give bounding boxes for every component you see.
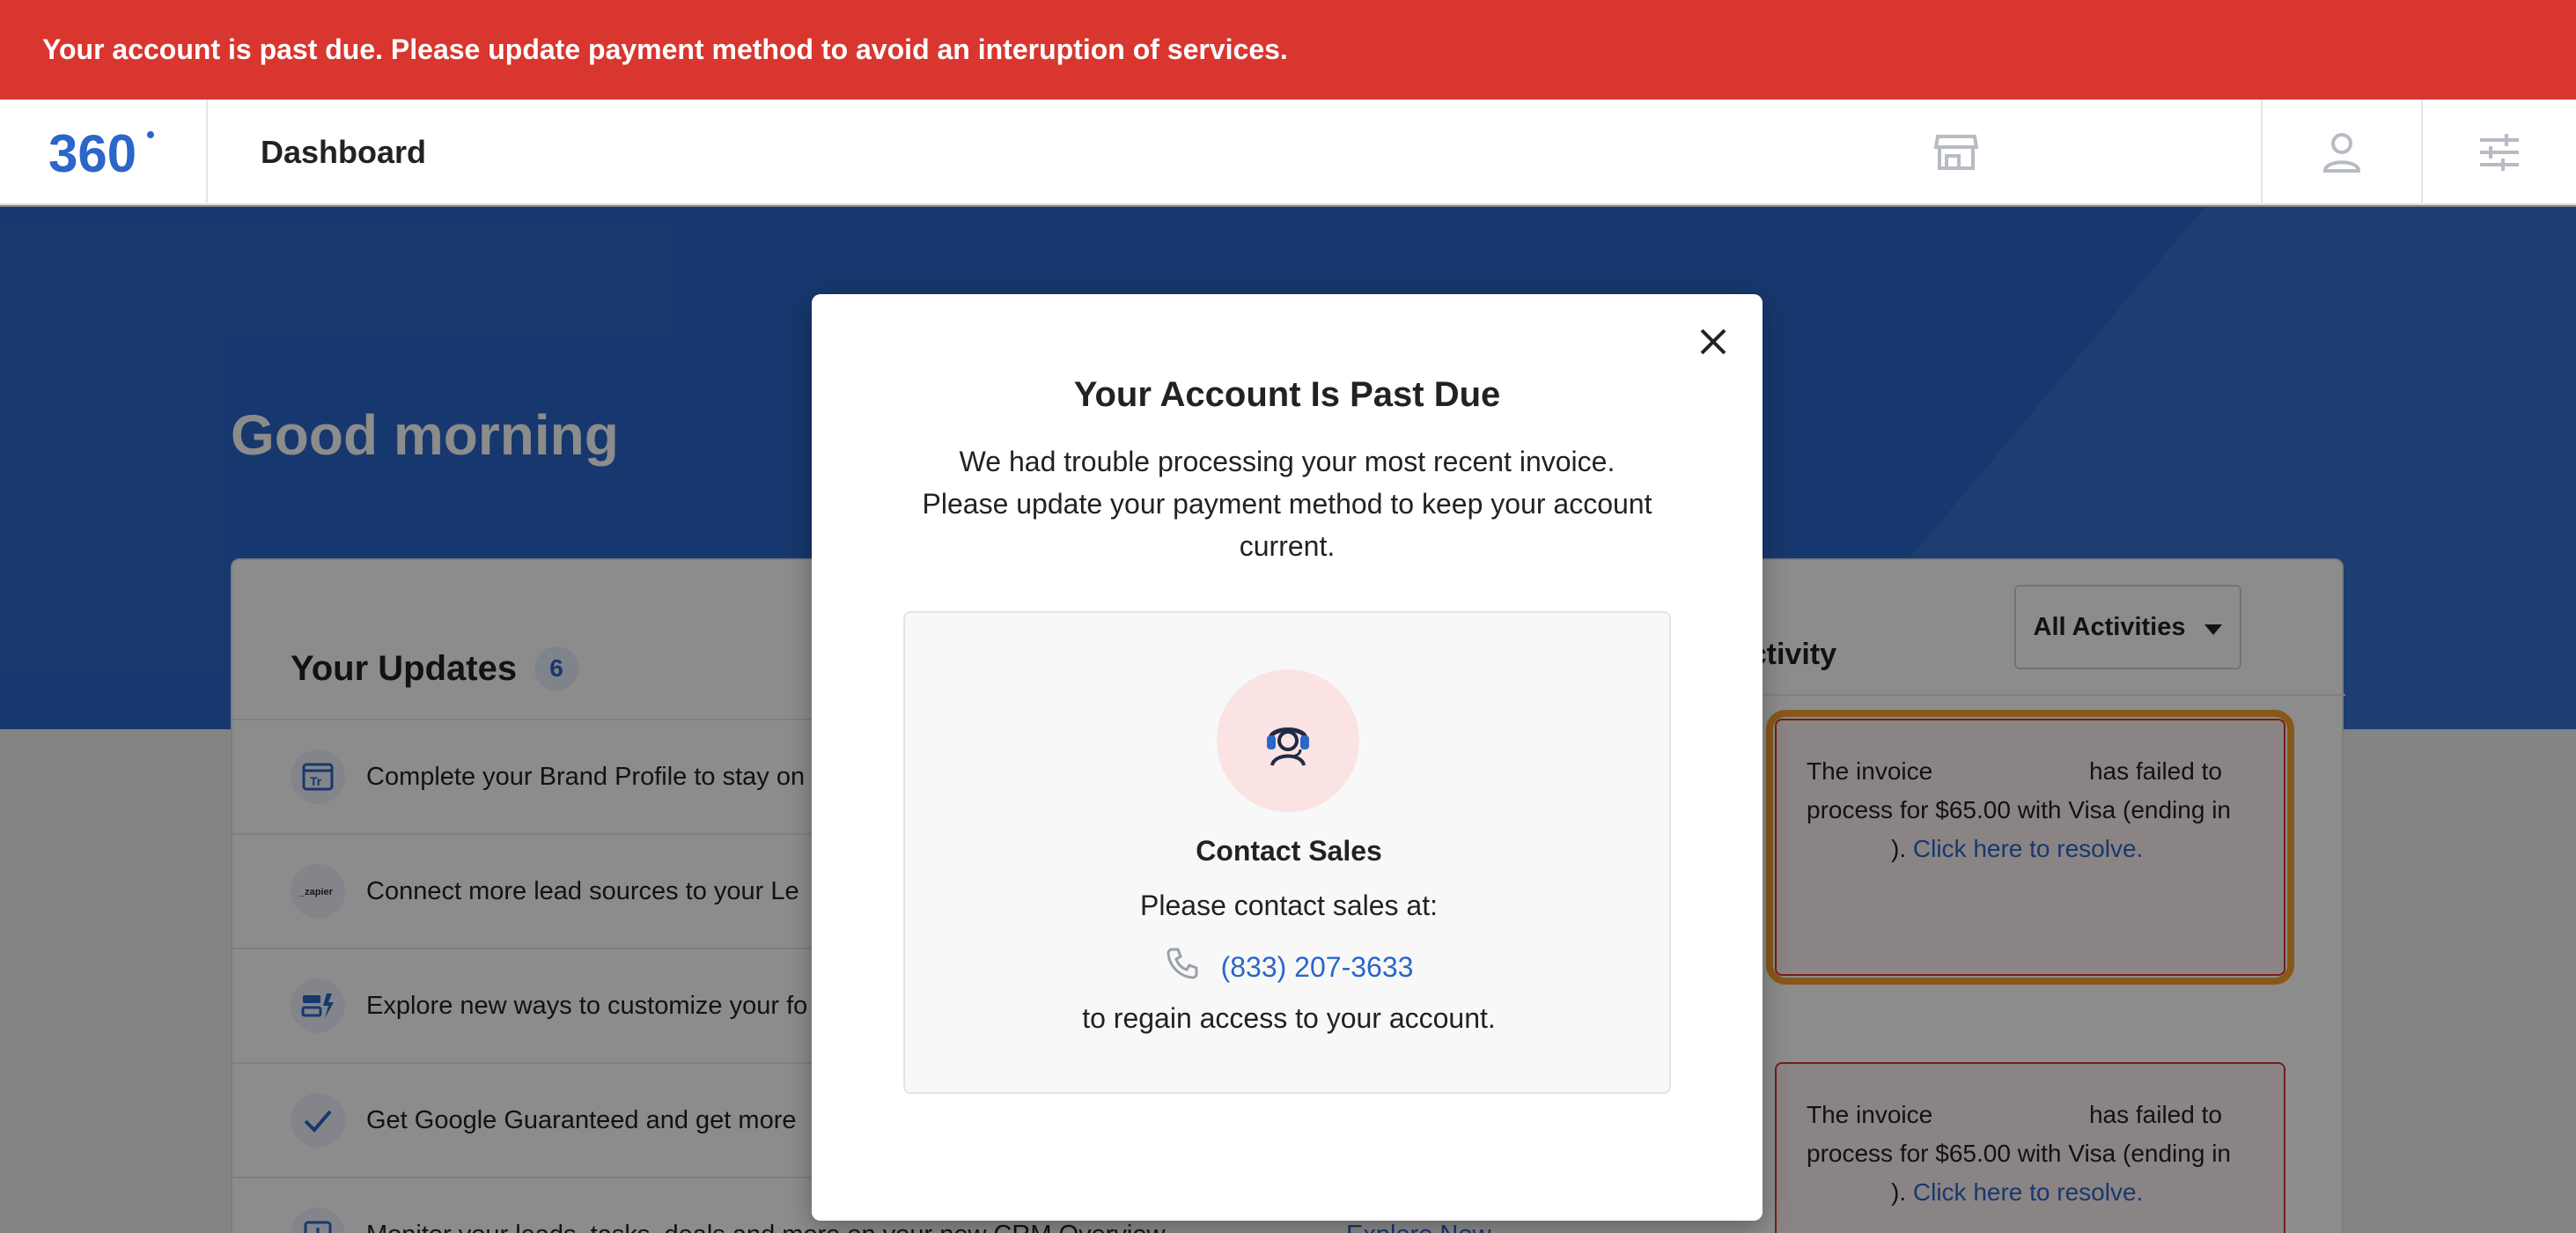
page-title: Dashboard: [261, 134, 427, 170]
banner-message: Your account is past due. Please update …: [42, 33, 1288, 65]
contact-sales-title: Contact Sales: [1196, 835, 1382, 867]
modal-body-text: We had trouble processing your most rece…: [922, 446, 1652, 562]
top-navigation: 360 Dashboard: [0, 100, 2576, 205]
contact-sales-box: Contact Sales Please contact sales at: (…: [903, 611, 1671, 1094]
contact-sales-prompt: Please contact sales at:: [1140, 890, 1438, 921]
store-icon[interactable]: [1919, 100, 1993, 205]
360-logo-icon[interactable]: 360: [0, 100, 208, 205]
sales-phone-row: (833) 207-3633: [905, 946, 1673, 988]
past-due-modal: Your Account Is Past Due We had trouble …: [812, 294, 1763, 1221]
svg-text:360: 360: [48, 124, 136, 181]
sales-phone-link[interactable]: (833) 207-3633: [1221, 951, 1414, 984]
settings-sliders-icon[interactable]: [2421, 100, 2576, 205]
close-icon[interactable]: [1690, 319, 1736, 365]
contact-sales-footer: to regain access to your account.: [1082, 1002, 1496, 1034]
headset-support-icon: [1217, 669, 1359, 812]
phone-icon: [1165, 946, 1200, 988]
past-due-banner: Your account is past due. Please update …: [0, 0, 2576, 100]
modal-title: Your Account Is Past Due: [1073, 375, 1501, 414]
user-icon[interactable]: [2261, 100, 2421, 205]
